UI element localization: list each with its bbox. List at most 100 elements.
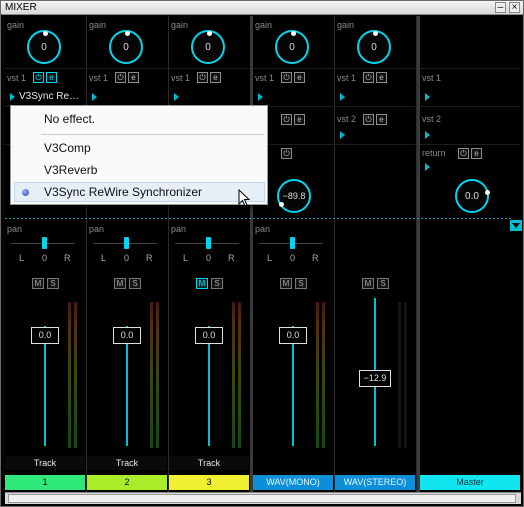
- fader-handle[interactable]: 0.0: [279, 327, 307, 344]
- fx-expand-arrow-icon[interactable]: [425, 163, 430, 171]
- track-name[interactable]: Track: [169, 456, 249, 470]
- send-value: −89.8: [282, 191, 306, 201]
- track-number-chip[interactable]: 2: [87, 475, 167, 490]
- power-icon[interactable]: ⏻: [363, 114, 374, 125]
- edit-icon[interactable]: e: [46, 72, 57, 83]
- fx-expand-arrow-icon[interactable]: [425, 131, 430, 139]
- solo-button[interactable]: S: [129, 278, 141, 289]
- knob-indicator: [207, 31, 212, 36]
- pan-slider[interactable]: [290, 237, 295, 249]
- edit-icon[interactable]: e: [294, 72, 305, 83]
- knob-indicator: [291, 31, 296, 36]
- fader-handle[interactable]: 0.0: [195, 327, 223, 344]
- fx-expand-arrow-icon[interactable]: [174, 93, 179, 101]
- fader-track: [44, 326, 46, 446]
- track-number-chip[interactable]: 1: [5, 475, 85, 490]
- vst1-slot: vst 1 ⏻ e: [87, 68, 167, 106]
- channel-strip-3: gain 0 vst 1 ⏻ e pan L 0 R M S 0.0 Track …: [169, 16, 251, 492]
- scrollbar-thumb[interactable]: [8, 494, 516, 503]
- track-name[interactable]: Track: [87, 456, 167, 470]
- gain-value: 0: [289, 42, 295, 53]
- master-name-chip[interactable]: Master: [420, 475, 520, 490]
- menu-item-no-effect[interactable]: No effect.: [44, 112, 95, 126]
- pan-slider[interactable]: [124, 237, 129, 249]
- level-meter-left: [150, 302, 153, 448]
- mixer-window: MIXER – × gain 0 vst 1 ⏻ e V3Sync Re… pan…: [0, 0, 524, 507]
- minimize-button[interactable]: –: [495, 2, 506, 13]
- edit-icon[interactable]: e: [376, 114, 387, 125]
- track-number-chip[interactable]: 3: [169, 475, 249, 490]
- close-button[interactable]: ×: [509, 2, 520, 13]
- send-knob[interactable]: −89.8: [277, 179, 311, 213]
- power-icon[interactable]: ⏻: [281, 148, 292, 159]
- menu-item-v3sync[interactable]: V3Sync ReWire Synchronizer: [44, 185, 202, 199]
- gain-value: 0: [41, 42, 47, 53]
- gain-knob[interactable]: 0: [191, 30, 225, 64]
- track-name[interactable]: Track: [5, 456, 85, 470]
- return-knob[interactable]: 0.0: [455, 179, 490, 213]
- fx-expand-arrow-icon[interactable]: [92, 93, 97, 101]
- gain-knob[interactable]: 0: [109, 30, 143, 64]
- knob-indicator: [43, 31, 48, 36]
- fx-expand-arrow-icon[interactable]: [10, 93, 15, 101]
- knob-indicator: [125, 31, 130, 36]
- menu-item-v3reverb[interactable]: V3Reverb: [44, 163, 97, 177]
- mute-button[interactable]: M: [280, 278, 292, 289]
- knob-indicator: [279, 202, 284, 207]
- track-name-chip[interactable]: WAV(STEREO): [335, 475, 415, 490]
- return-label: return: [422, 148, 446, 158]
- gain-value: 0: [371, 42, 377, 53]
- level-meter-right: [74, 302, 77, 448]
- pan-label: pan: [7, 224, 23, 234]
- edit-icon[interactable]: e: [128, 72, 139, 83]
- vst1-label: vst 1: [7, 73, 27, 83]
- edit-icon[interactable]: e: [294, 114, 305, 125]
- vst2-slot: vst 2: [420, 106, 520, 144]
- mute-button[interactable]: M: [196, 278, 208, 289]
- fx-expand-arrow-icon[interactable]: [425, 93, 430, 101]
- pan-left-label: L: [267, 253, 273, 263]
- power-icon[interactable]: ⏻: [281, 72, 292, 83]
- vst2-label: vst 2: [337, 114, 357, 124]
- power-icon[interactable]: ⏻: [33, 72, 44, 83]
- fx-expand-arrow-icon[interactable]: [258, 93, 263, 101]
- edit-icon[interactable]: e: [376, 72, 387, 83]
- fx-expand-arrow-icon[interactable]: [340, 131, 345, 139]
- vst1-label: vst 1: [337, 73, 357, 83]
- level-meter-left: [232, 302, 235, 448]
- solo-button[interactable]: S: [295, 278, 307, 289]
- horizontal-scrollbar[interactable]: [5, 492, 521, 504]
- gain-knob[interactable]: 0: [275, 30, 309, 64]
- solo-button[interactable]: S: [211, 278, 223, 289]
- power-icon[interactable]: ⏻: [197, 72, 208, 83]
- track-name-chip[interactable]: WAV(MONO): [253, 475, 333, 490]
- knob-indicator: [373, 31, 378, 36]
- power-icon[interactable]: ⏻: [115, 72, 126, 83]
- power-icon[interactable]: ⏻: [458, 148, 469, 159]
- mute-button[interactable]: M: [32, 278, 44, 289]
- solo-button[interactable]: S: [47, 278, 59, 289]
- pan-slider[interactable]: [206, 237, 211, 249]
- fx-name[interactable]: V3Sync Re…: [19, 91, 79, 102]
- power-icon[interactable]: ⏻: [281, 114, 292, 125]
- fx-expand-arrow-icon[interactable]: [340, 93, 345, 101]
- solo-button[interactable]: S: [377, 278, 389, 289]
- edit-icon[interactable]: e: [210, 72, 221, 83]
- mute-button[interactable]: M: [362, 278, 374, 289]
- vst2-slot: vst 2 ⏻ e: [335, 106, 415, 144]
- level-meter-left: [316, 302, 319, 448]
- menu-item-v3comp[interactable]: V3Comp: [44, 141, 91, 155]
- pan-slider[interactable]: [42, 237, 47, 249]
- pan-right-label: R: [64, 253, 71, 263]
- power-icon[interactable]: ⏻: [363, 72, 374, 83]
- fader-handle[interactable]: 0.0: [113, 327, 141, 344]
- collapse-toggle-icon[interactable]: [510, 220, 522, 231]
- send-section: [335, 144, 415, 216]
- fader-handle[interactable]: −12.9: [359, 370, 391, 387]
- gain-knob[interactable]: 0: [357, 30, 391, 64]
- edit-icon[interactable]: e: [471, 148, 482, 159]
- mute-button[interactable]: M: [114, 278, 126, 289]
- fader-handle[interactable]: 0.0: [31, 327, 59, 344]
- gain-label: gain: [89, 20, 107, 30]
- gain-knob[interactable]: 0: [27, 30, 61, 64]
